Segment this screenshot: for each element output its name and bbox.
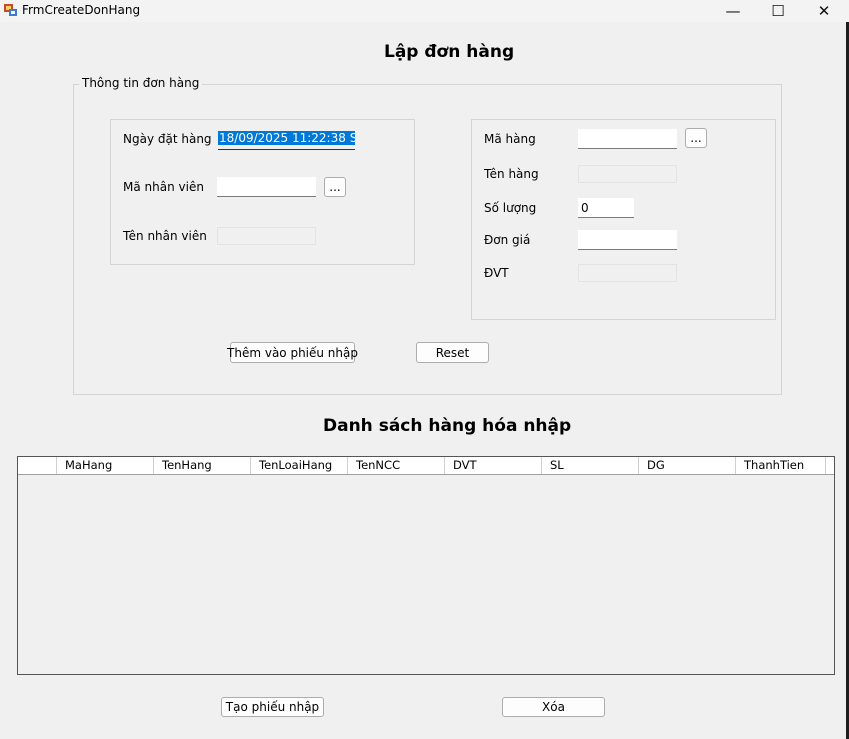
- minimize-icon: —: [725, 2, 741, 20]
- product-browse-button[interactable]: ...: [685, 128, 707, 148]
- quantity-input[interactable]: [578, 198, 634, 218]
- window-title: FrmCreateDonHang: [22, 3, 141, 17]
- add-to-receipt-button[interactable]: Thêm vào phiếu nhập: [227, 342, 358, 363]
- column-header[interactable]: TenNCC: [348, 457, 445, 474]
- close-button[interactable]: ✕: [801, 0, 847, 22]
- employee-id-label: Mã nhân viên: [123, 180, 204, 194]
- maximize-icon: ☐: [771, 2, 785, 20]
- column-header[interactable]: TenLoaiHang: [251, 457, 348, 474]
- quantity-label: Số lượng: [484, 201, 537, 215]
- column-header[interactable]: MaHang: [57, 457, 154, 474]
- employee-browse-button[interactable]: ...: [324, 177, 346, 197]
- reset-button[interactable]: Reset: [416, 342, 489, 363]
- product-panel: [471, 119, 776, 320]
- delete-button[interactable]: Xóa: [502, 697, 605, 717]
- column-header[interactable]: DG: [639, 457, 736, 474]
- product-name-field: [578, 165, 677, 183]
- order-date-picker[interactable]: 18/09/2025 11:22:38 SA: [218, 130, 355, 150]
- order-info-group-title: Thông tin đơn hàng: [79, 76, 203, 90]
- grid-header: MaHang TenHang TenLoaiHang TenNCC DVT SL…: [18, 457, 834, 475]
- unit-label: ĐVT: [484, 266, 509, 280]
- column-header[interactable]: DVT: [445, 457, 542, 474]
- grid-row-header: [18, 457, 57, 474]
- order-date-label: Ngày đặt hàng: [123, 132, 212, 146]
- unit-field: [578, 264, 677, 282]
- maximize-button[interactable]: ☐: [755, 0, 801, 22]
- price-label: Đơn giá: [484, 233, 531, 247]
- form-heading: Lập đơn hàng: [384, 42, 515, 62]
- close-icon: ✕: [817, 2, 831, 20]
- list-heading: Danh sách hàng hóa nhập: [323, 416, 572, 436]
- items-grid[interactable]: MaHang TenHang TenLoaiHang TenNCC DVT SL…: [17, 456, 835, 675]
- product-id-label: Mã hàng: [484, 132, 536, 146]
- product-name-label: Tên hàng: [484, 167, 539, 181]
- employee-id-input[interactable]: [217, 177, 316, 197]
- order-date-value: 18/09/2025 11:22:38 SA: [218, 131, 355, 145]
- price-input[interactable]: [578, 230, 677, 250]
- column-header[interactable]: SL: [542, 457, 639, 474]
- column-header[interactable]: ThanhTien: [736, 457, 826, 474]
- column-header[interactable]: TenHang: [154, 457, 251, 474]
- minimize-button[interactable]: —: [710, 0, 756, 22]
- app-icon: [4, 4, 17, 16]
- create-receipt-button[interactable]: Tạo phiếu nhập: [221, 697, 324, 717]
- employee-name-field: [217, 227, 316, 245]
- product-id-input[interactable]: [578, 129, 677, 149]
- employee-name-label: Tên nhân viên: [123, 229, 207, 243]
